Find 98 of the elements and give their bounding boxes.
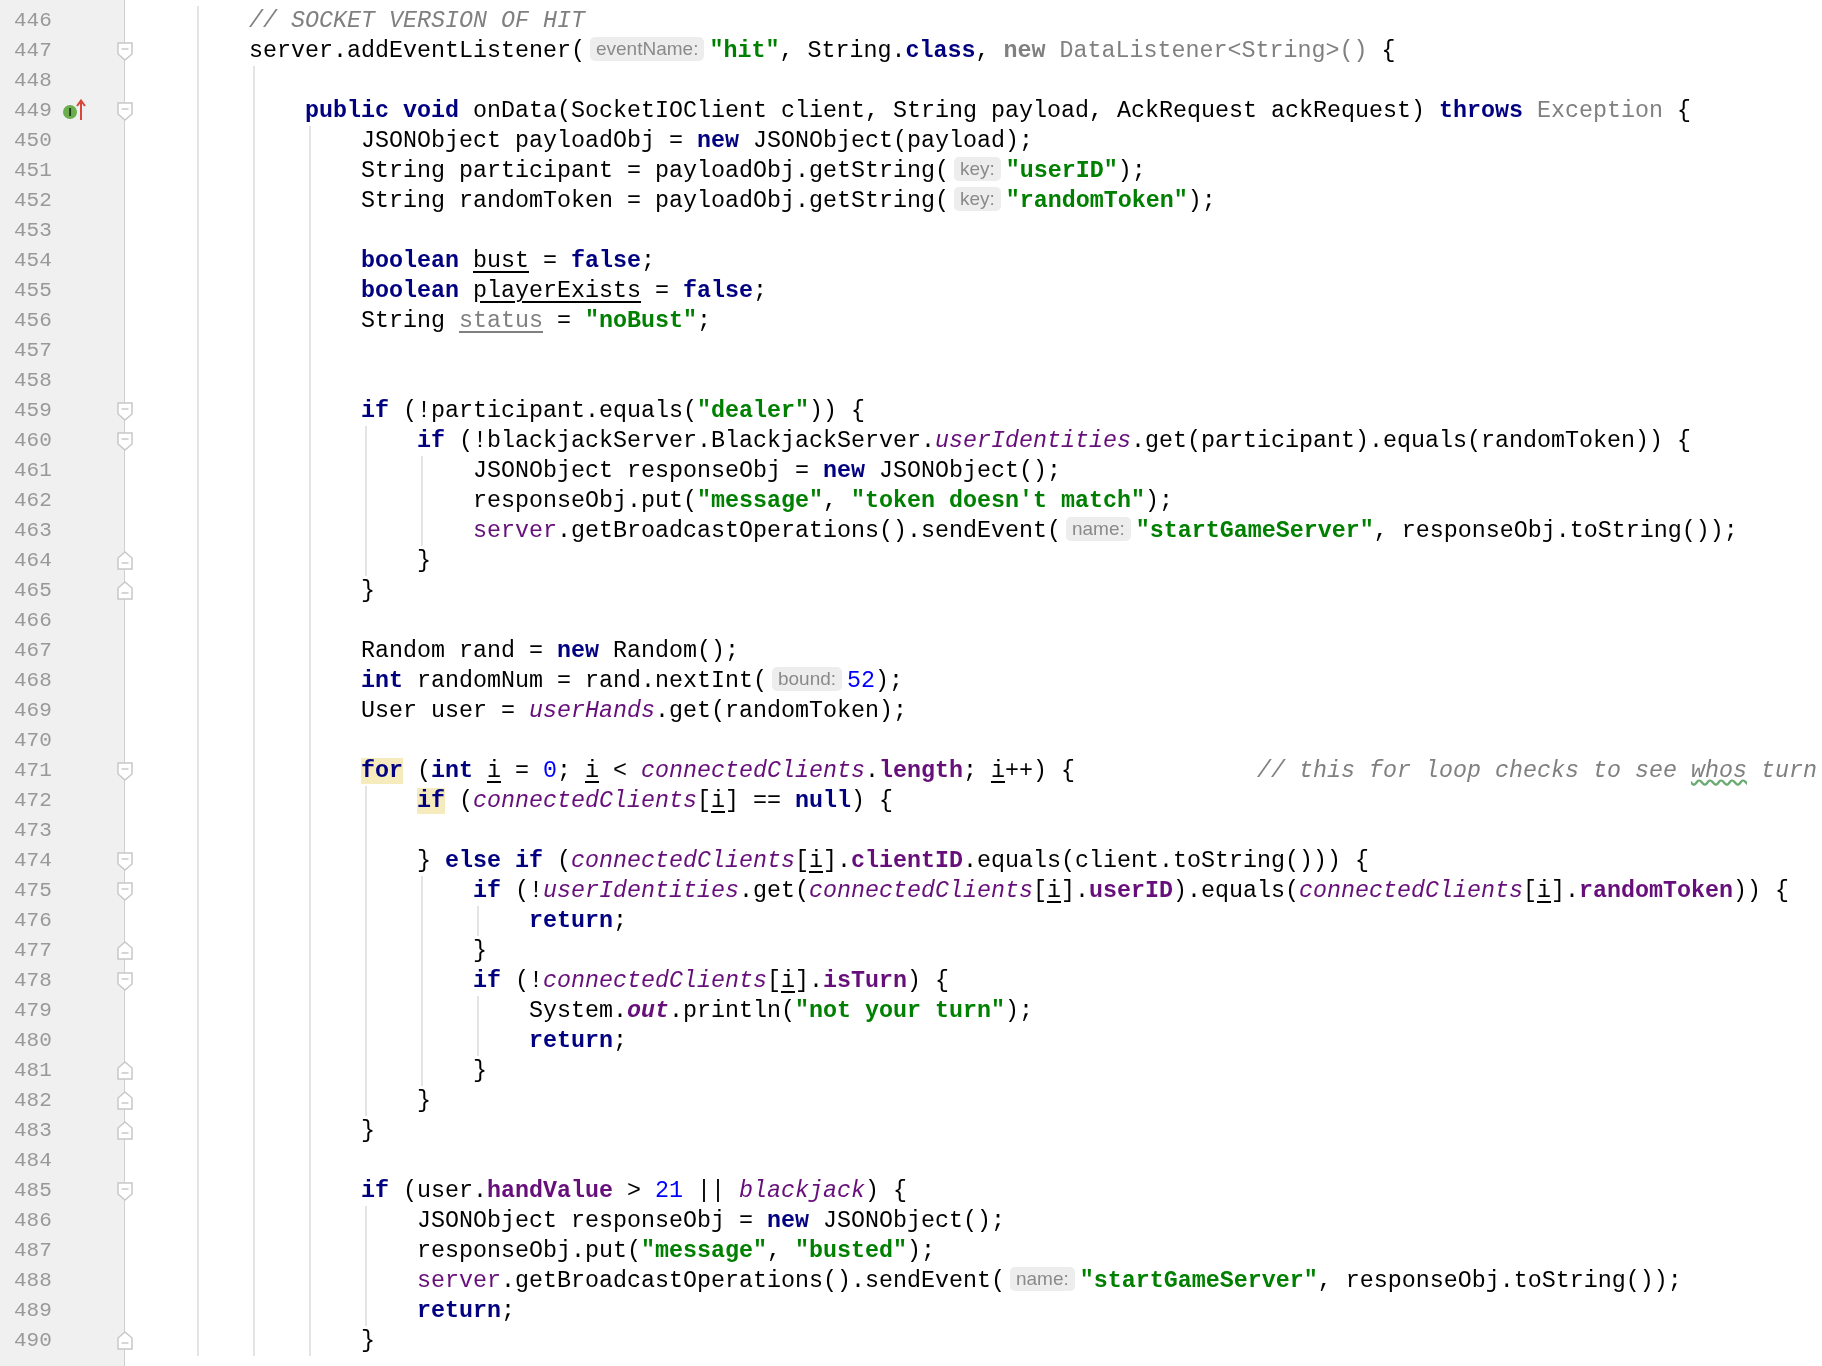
code-line: } <box>360 1327 375 1356</box>
line-number: 449 <box>14 99 52 123</box>
code-line: return; <box>528 907 627 936</box>
fold-marker-icon[interactable] <box>117 581 133 600</box>
code-line: JSONObject responseObj = new JSONObject(); <box>416 1207 1005 1236</box>
code-line: System.out.println("not your turn"); <box>528 997 1033 1026</box>
code-line: server.getBroadcastOperations().sendEvent( name: "startGameServer", responseObj.toString()); <box>472 516 1738 546</box>
code-line: String participant = payloadObj.getString( key: "userID"); <box>360 156 1146 186</box>
code-line: return; <box>528 1027 627 1056</box>
code-line: public void onData(SocketIOClient client, String payload, AckRequest ackRequest) throws Exception { <box>304 97 1691 126</box>
line-number: 469 <box>14 699 52 723</box>
line-number: 457 <box>14 339 52 363</box>
line-number: 453 <box>14 219 52 243</box>
line-number: 473 <box>14 819 52 843</box>
fold-marker-icon[interactable] <box>117 1121 133 1140</box>
fold-marker-icon[interactable] <box>117 1091 133 1110</box>
fold-marker-icon[interactable] <box>117 762 133 781</box>
line-number: 460 <box>14 429 52 453</box>
line-number: 485 <box>14 1179 52 1203</box>
fold-marker-icon[interactable] <box>117 972 133 991</box>
line-number: 454 <box>14 249 52 273</box>
fold-marker-icon[interactable] <box>117 941 133 960</box>
fold-marker-icon[interactable] <box>117 1182 133 1201</box>
line-number: 481 <box>14 1059 52 1083</box>
fold-marker-icon[interactable] <box>117 852 133 871</box>
line-number: 488 <box>14 1269 52 1293</box>
fold-marker-icon[interactable] <box>117 551 133 570</box>
code-line: String status = "noBust"; <box>360 307 711 336</box>
fold-marker-icon[interactable] <box>117 42 133 61</box>
line-number: 462 <box>14 489 52 513</box>
line-number: 458 <box>14 369 52 393</box>
code-line: if (!userIdentities.get(connectedClients[i].userID).equals(connectedClients[i].randomToken)) { <box>472 877 1789 906</box>
line-number: 487 <box>14 1239 52 1263</box>
line-number: 479 <box>14 999 52 1023</box>
code-line: } <box>360 577 375 606</box>
code-line: boolean playerExists = false; <box>360 277 767 306</box>
line-number: 489 <box>14 1299 52 1323</box>
code-line: Random rand = new Random(); <box>360 637 739 666</box>
line-number: 482 <box>14 1089 52 1113</box>
code-line: responseObj.put("message", "token doesn't match"); <box>472 487 1173 516</box>
line-number: 477 <box>14 939 52 963</box>
fold-marker-icon[interactable] <box>117 1061 133 1080</box>
code-line: boolean bust = false; <box>360 247 655 276</box>
code-line: } else if (connectedClients[i].clientID.equals(client.toString())) { <box>416 847 1369 876</box>
line-number: 459 <box>14 399 52 423</box>
code-line: server.addEventListener( eventName: "hit", String.class, new DataListener<String>() { <box>248 36 1396 66</box>
line-number: 455 <box>14 279 52 303</box>
line-number: 468 <box>14 669 52 693</box>
code-line: server.getBroadcastOperations().sendEvent( name: "startGameServer", responseObj.toString()); <box>416 1266 1682 1296</box>
code-line: return; <box>416 1297 515 1326</box>
line-number: 467 <box>14 639 52 663</box>
line-number: 465 <box>14 579 52 603</box>
fold-marker-icon[interactable] <box>117 102 133 121</box>
line-number: 486 <box>14 1209 52 1233</box>
code-line: } <box>472 1057 487 1086</box>
line-number: 448 <box>14 69 52 93</box>
line-number: 490 <box>14 1329 52 1353</box>
code-line: } <box>416 547 431 576</box>
line-number: 474 <box>14 849 52 873</box>
line-number: 470 <box>14 729 52 753</box>
line-number: 476 <box>14 909 52 933</box>
line-number: 461 <box>14 459 52 483</box>
code-line: int randomNum = rand.nextInt( bound: 52); <box>360 666 904 696</box>
line-number: 480 <box>14 1029 52 1053</box>
code-line: if (user.handValue > 21 || blackjack) { <box>360 1177 907 1206</box>
line-number: 483 <box>14 1119 52 1143</box>
code-line: if (!connectedClients[i].isTurn) { <box>472 967 949 996</box>
line-number: 452 <box>14 189 52 213</box>
code-line: if (connectedClients[i] == null) { <box>416 787 893 816</box>
line-number: 447 <box>14 39 52 63</box>
code-line: if (!blackjackServer.BlackjackServer.userIdentities.get(participant).equals(randomToken)) { <box>416 427 1691 456</box>
fold-marker-icon[interactable] <box>117 882 133 901</box>
code-line: responseObj.put("message", "busted"); <box>416 1237 935 1266</box>
line-number: 475 <box>14 879 52 903</box>
fold-marker-icon[interactable] <box>117 432 133 451</box>
code-line: // SOCKET VERSION OF HIT <box>248 7 585 36</box>
line-number: 450 <box>14 129 52 153</box>
line-number: 471 <box>14 759 52 783</box>
code-line: JSONObject payloadObj = new JSONObject(payload); <box>360 127 1033 156</box>
code-line: } <box>416 1087 431 1116</box>
line-number: 484 <box>14 1149 52 1173</box>
code-line: for (int i = 0; i < connectedClients.length; i++) { // this for loop checks to see whos turn <box>360 757 1817 786</box>
line-number: 446 <box>14 9 52 33</box>
line-number: 451 <box>14 159 52 183</box>
line-number: 478 <box>14 969 52 993</box>
code-line: String randomToken = payloadObj.getString( key: "randomToken"); <box>360 186 1216 216</box>
fold-marker-icon[interactable] <box>117 402 133 421</box>
code-line: } <box>472 937 487 966</box>
fold-marker-icon[interactable] <box>117 1331 133 1350</box>
line-number: 463 <box>14 519 52 543</box>
code-line: } <box>360 1117 375 1146</box>
code-line: if (!participant.equals("dealer")) { <box>360 397 865 426</box>
code-line: JSONObject responseObj = new JSONObject(); <box>472 457 1061 486</box>
line-number: 472 <box>14 789 52 813</box>
line-number: 466 <box>14 609 52 633</box>
code-line: User user = userHands.get(randomToken); <box>360 697 907 726</box>
line-number: 464 <box>14 549 52 573</box>
line-number: 456 <box>14 309 52 333</box>
